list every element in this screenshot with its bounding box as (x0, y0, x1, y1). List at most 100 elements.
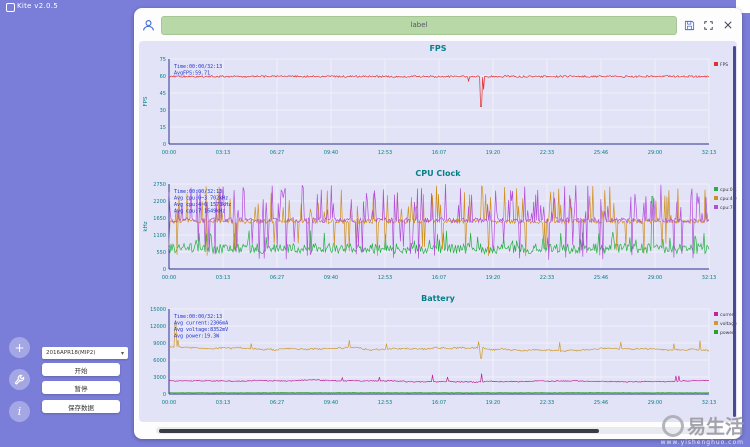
window-title: Kite v2.0.5 (17, 2, 59, 10)
svg-text:00:00: 00:00 (162, 275, 176, 281)
info-icon: i (17, 405, 22, 418)
svg-text:3000: 3000 (153, 375, 166, 381)
svg-text:550: 550 (156, 250, 166, 256)
start-button[interactable]: 开始 (42, 363, 120, 376)
label-input-value: label (410, 21, 428, 29)
close-icon (723, 21, 732, 29)
svg-text:32:13: 32:13 (702, 275, 716, 281)
chart-title-cpu: CPU Clock (415, 169, 461, 178)
info-button[interactable]: i (9, 401, 30, 422)
svg-text:30: 30 (160, 108, 166, 114)
svg-text:12:53: 12:53 (378, 150, 392, 156)
save-data-button[interactable]: 保存数据 (42, 400, 120, 413)
svg-text:6000: 6000 (153, 358, 166, 364)
svg-text:09:40: 09:40 (324, 400, 338, 406)
save-icon (684, 20, 695, 30)
svg-text:0: 0 (163, 392, 166, 398)
svg-text:Time:00:00/32:13: Time:00:00/32:13 (174, 64, 222, 70)
svg-text:16:07: 16:07 (432, 400, 446, 406)
battery-plot[interactable]: 00:00 03:13 06:27 09:40 12:53 16:07 19:20 22:33… (139, 304, 737, 418)
svg-text:FPS: FPS (720, 62, 728, 68)
svg-text:16:07: 16:07 (432, 275, 446, 281)
svg-text:12000: 12000 (150, 324, 166, 330)
fps-chart: FPS 00:00 03:13 06:27 09:40 12:53 16:07 19:20 2… (139, 43, 737, 168)
svg-text:22:33: 22:33 (540, 150, 554, 156)
svg-text:32:13: 32:13 (702, 150, 716, 156)
user-icon (143, 19, 154, 30)
horizontal-scrollbar-handle[interactable] (159, 428, 599, 433)
svg-text:Avg power:19.3W: Avg power:19.3W (174, 334, 220, 340)
fps-plot[interactable]: 00:00 03:13 06:27 09:40 12:53 16:07 19:20 22:33… (139, 54, 737, 168)
svg-text:Time:00:00/32:13: Time:00:00/32:13 (174, 189, 222, 195)
svg-text:29:00: 29:00 (648, 150, 662, 156)
svg-text:03:13: 03:13 (216, 150, 230, 156)
svg-text:12:53: 12:53 (378, 275, 392, 281)
svg-text:00:00: 00:00 (162, 400, 176, 406)
svg-text:Avg cpu:0~3 702kHz: Avg cpu:0~3 702kHz (174, 196, 228, 202)
chart-title-battery: Battery (421, 294, 455, 303)
watermark-subtext: www.yishenghuo.com (660, 439, 744, 446)
save-button[interactable] (683, 19, 696, 32)
expand-button[interactable] (702, 19, 715, 32)
app-icon (6, 3, 15, 12)
svg-text:1100: 1100 (153, 233, 166, 239)
svg-text:03:13: 03:13 (216, 400, 230, 406)
svg-text:06:27: 06:27 (270, 400, 284, 406)
wrench-icon (14, 374, 25, 385)
plus-icon: + (14, 340, 25, 355)
battery-chart: Battery 00:00 03:13 06:27 09:40 12:53 16:07 19… (139, 293, 737, 418)
save-data-button-label: 保存数据 (68, 403, 94, 412)
svg-text:19:20: 19:20 (486, 150, 500, 156)
settings-button[interactable] (9, 369, 30, 390)
device-select-value: 2016APR18(MIP2) (46, 350, 96, 356)
svg-text:kHz: kHz (143, 221, 149, 231)
svg-text:2200: 2200 (153, 199, 166, 205)
expand-icon (704, 20, 713, 30)
svg-text:09:40: 09:40 (324, 150, 338, 156)
charts-panel: FPS 00:00 03:13 06:27 09:40 12:53 16:07 19:20 2… (139, 41, 737, 422)
svg-text:16:07: 16:07 (432, 150, 446, 156)
svg-text:2750: 2750 (153, 182, 166, 188)
pause-button-label: 暂停 (74, 384, 88, 393)
start-button-label: 开始 (74, 366, 88, 375)
svg-text:FPS: FPS (143, 96, 149, 106)
svg-text:15000: 15000 (150, 307, 166, 313)
svg-text:29:00: 29:00 (648, 275, 662, 281)
svg-text:Time:00:00/32:13: Time:00:00/32:13 (174, 314, 222, 320)
chart-title-fps: FPS (429, 44, 447, 53)
pause-button[interactable]: 暂停 (42, 381, 120, 394)
vertical-scrollbar[interactable] (733, 46, 736, 417)
add-button[interactable]: + (9, 337, 30, 358)
svg-text:1650: 1650 (153, 216, 166, 222)
svg-text:32:13: 32:13 (702, 400, 716, 406)
svg-text:0: 0 (163, 142, 166, 148)
cpu-clock-plot[interactable]: 00:00 03:13 06:27 09:40 12:53 16:07 19:20 22:33… (139, 179, 737, 293)
svg-text:75: 75 (160, 57, 166, 63)
label-input[interactable]: label (161, 15, 677, 35)
horizontal-scrollbar-track[interactable] (156, 427, 720, 434)
svg-text:19:20: 19:20 (486, 275, 500, 281)
svg-text:06:27: 06:27 (270, 275, 284, 281)
svg-text:AvgFPS:59.71: AvgFPS:59.71 (174, 71, 210, 77)
svg-text:25:46: 25:46 (594, 400, 608, 406)
svg-text:9000: 9000 (153, 341, 166, 347)
svg-text:19:20: 19:20 (486, 400, 500, 406)
device-select[interactable]: 2016APR18(MIP2) ▾ (42, 347, 128, 359)
svg-text:cpu:7: cpu:7 (720, 205, 733, 211)
svg-text:Avg cpu:4~6 1573kHz: Avg cpu:4~6 1573kHz (174, 202, 231, 208)
svg-text:Avg current:2306mA: Avg current:2306mA (174, 321, 228, 327)
svg-text:60: 60 (160, 74, 166, 80)
svg-text:00:00: 00:00 (162, 150, 176, 156)
svg-text:Avg voltage:8352mV: Avg voltage:8352mV (174, 327, 228, 333)
svg-text:06:27: 06:27 (270, 150, 284, 156)
toolbar: label (142, 13, 734, 37)
svg-text:25:46: 25:46 (594, 150, 608, 156)
user-button[interactable] (142, 19, 155, 32)
svg-text:15: 15 (160, 125, 166, 131)
main-panel: label FPS 00:00 03:13 06:27 09:40 12:53 16:07… (134, 8, 742, 439)
svg-text:22:33: 22:33 (540, 275, 554, 281)
svg-text:45: 45 (160, 91, 166, 97)
close-button[interactable] (721, 19, 734, 32)
svg-text:Avg cpu:7 1649kHz: Avg cpu:7 1649kHz (174, 209, 225, 215)
svg-text:29:00: 29:00 (648, 400, 662, 406)
